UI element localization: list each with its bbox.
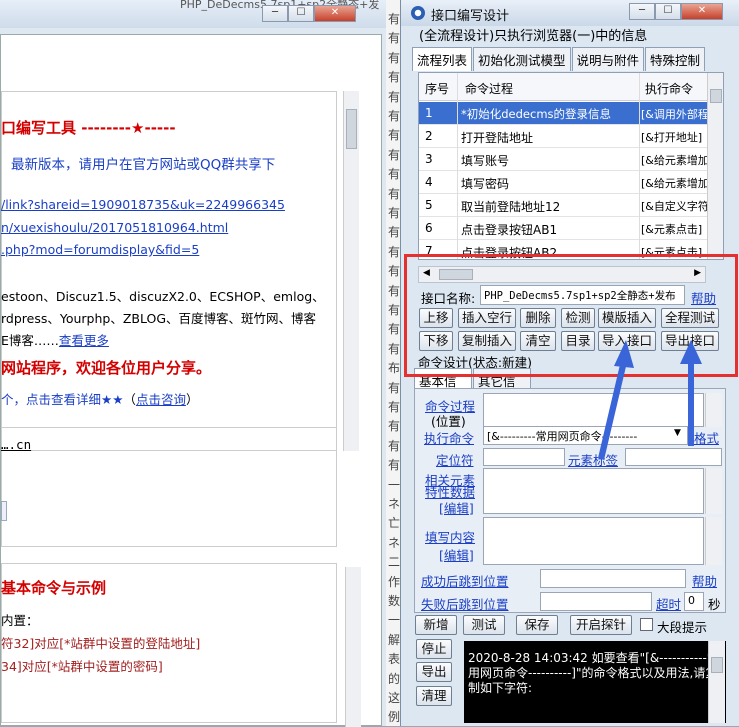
arrow-export-head <box>680 340 702 364</box>
arrow-import-head <box>614 340 634 368</box>
arrow-export <box>688 364 694 446</box>
annotation-arrows <box>598 340 702 460</box>
arrow-import <box>598 356 628 460</box>
